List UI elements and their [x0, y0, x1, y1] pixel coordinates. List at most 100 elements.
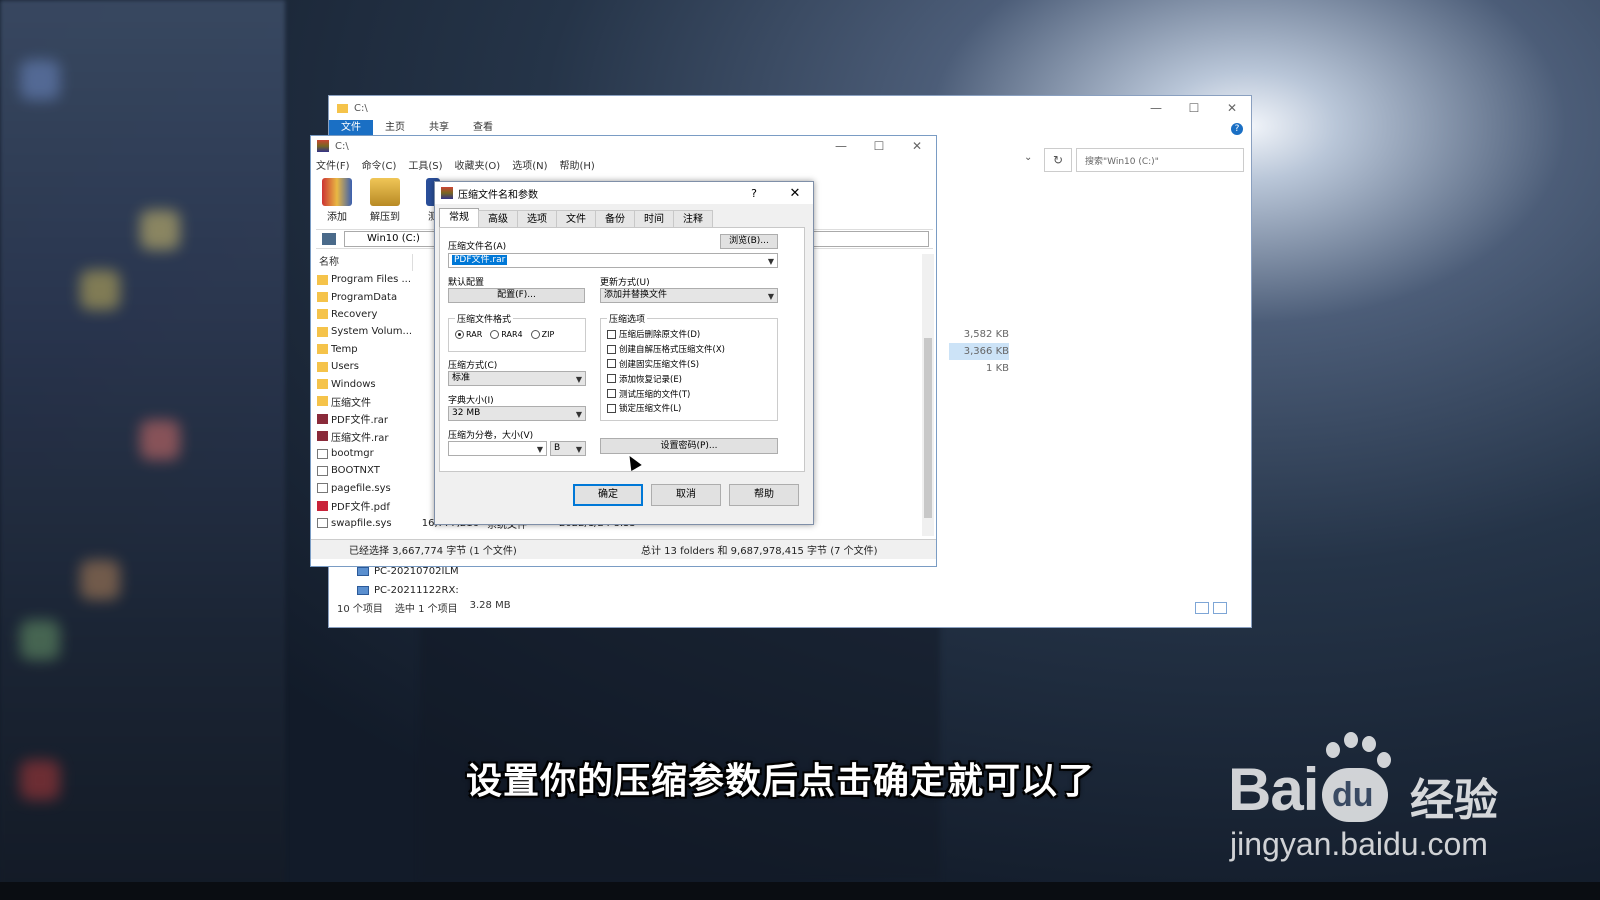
- column-header-name[interactable]: 名称: [311, 254, 413, 271]
- tab-advanced[interactable]: 高级: [478, 210, 518, 227]
- rar-archive-icon: [317, 413, 328, 424]
- method-select[interactable]: 标准 ▼: [448, 371, 586, 386]
- dictionary-select[interactable]: 32 MB ▼: [448, 406, 586, 421]
- explorer-ribbon: 文件 主页 共享 查看 ?: [329, 120, 1251, 135]
- file-name: System Volum...: [331, 326, 413, 338]
- minimize-icon[interactable]: —: [1137, 101, 1175, 115]
- split-unit-select[interactable]: B ▼: [550, 441, 586, 456]
- dialog-title: 压缩文件名和参数: [458, 189, 538, 201]
- checkbox-icon: [607, 389, 616, 399]
- file-name: Users: [331, 361, 360, 373]
- winrar-statusbar: 已经选择 3,667,774 字节 (1 个文件) 总计 13 folders …: [311, 539, 936, 559]
- checkbox-icon: [607, 403, 616, 413]
- tree-item-label: PC-20211122RX:: [374, 585, 459, 596]
- ok-button[interactable]: 确定: [573, 484, 643, 506]
- close-icon[interactable]: ✕: [1213, 101, 1251, 115]
- tab-time[interactable]: 时间: [634, 210, 674, 227]
- menu-help[interactable]: 帮助(H): [560, 158, 595, 176]
- scrollbar-thumb[interactable]: [924, 338, 932, 518]
- tab-options[interactable]: 选项: [517, 210, 557, 227]
- method-value: 标准: [452, 373, 471, 383]
- update-mode-value: 添加并替换文件: [604, 290, 668, 300]
- close-icon[interactable]: ✕: [777, 186, 813, 201]
- checkbox-delete-after[interactable]: 压缩后删除原文件(D): [607, 327, 725, 342]
- dialog-tabs: 常规 高级 选项 文件 备份 时间 注释: [439, 208, 713, 227]
- archive-name-label: 压缩文件名(A): [448, 242, 507, 252]
- file-name: Program Files ...: [331, 274, 412, 286]
- chevron-down-icon[interactable]: ▼: [576, 443, 582, 456]
- chevron-down-icon[interactable]: ▼: [537, 443, 543, 456]
- paw-toe-icon: [1344, 732, 1358, 748]
- menu-commands[interactable]: 命令(C): [362, 158, 397, 176]
- scrollbar[interactable]: [922, 254, 934, 536]
- profiles-button[interactable]: 配置(F)...: [448, 288, 585, 303]
- ribbon-tab-share[interactable]: 共享: [417, 120, 461, 135]
- help-button[interactable]: 帮助: [729, 484, 799, 506]
- computer-icon: [357, 567, 369, 576]
- maximize-icon[interactable]: ☐: [860, 139, 898, 153]
- menu-file[interactable]: 文件(F): [316, 158, 350, 176]
- update-mode-select[interactable]: 添加并替换文件 ▼: [600, 288, 778, 303]
- file-name: PDF文件.pdf: [331, 502, 390, 514]
- checkbox-solid[interactable]: 创建固实压缩文件(S): [607, 357, 725, 372]
- file-name: Temp: [331, 343, 358, 355]
- tree-item[interactable]: PC-20211122RX:: [349, 581, 467, 600]
- radio-rar[interactable]: RAR: [455, 330, 482, 339]
- tab-general[interactable]: 常规: [439, 208, 479, 227]
- folder-icon: [317, 326, 328, 337]
- extract-to-button[interactable]: 解压到: [365, 176, 405, 226]
- blurred-desktop-icon: [140, 420, 180, 460]
- menu-tools[interactable]: 工具(S): [408, 158, 442, 176]
- tab-backup[interactable]: 备份: [595, 210, 635, 227]
- folder-icon: [317, 361, 328, 372]
- tab-comment[interactable]: 注释: [673, 210, 713, 227]
- checkbox-test[interactable]: 测试压缩的文件(T): [607, 386, 725, 401]
- menu-favorites[interactable]: 收藏夹(O): [455, 158, 501, 176]
- menu-options[interactable]: 选项(N): [512, 158, 547, 176]
- details-view-icon[interactable]: [1195, 602, 1209, 614]
- checkbox-sfx[interactable]: 创建自解压格式压缩文件(X): [607, 342, 725, 357]
- chevron-down-icon[interactable]: ▼: [768, 290, 774, 303]
- ribbon-tab-view[interactable]: 查看: [461, 120, 505, 135]
- help-icon[interactable]: ?: [1231, 123, 1243, 135]
- chevron-down-icon[interactable]: ⌄: [1024, 152, 1032, 163]
- dictionary-label: 字典大小(I): [448, 396, 494, 406]
- system-file-icon: [317, 483, 328, 494]
- radio-zip[interactable]: ZIP: [530, 330, 554, 339]
- browse-button[interactable]: 浏览(B)...: [720, 234, 778, 249]
- profile-label: 默认配置: [448, 278, 485, 288]
- radio-rar4[interactable]: RAR4: [490, 330, 523, 339]
- checkbox-lock[interactable]: 锁定压缩文件(L): [607, 401, 725, 416]
- chevron-down-icon[interactable]: ▼: [576, 408, 582, 421]
- chevron-down-icon[interactable]: ▼: [576, 373, 582, 386]
- radio-label: RAR: [466, 330, 483, 339]
- refresh-button[interactable]: ↻: [1044, 148, 1072, 172]
- ribbon-tab-file[interactable]: 文件: [329, 120, 373, 135]
- folder-icon: [317, 292, 328, 303]
- up-folder-icon[interactable]: [322, 233, 336, 245]
- archive-name-field[interactable]: PDF文件.rar ▼: [448, 253, 778, 268]
- wallpaper-figure: [420, 620, 940, 880]
- file-name: 压缩文件: [331, 397, 371, 409]
- chevron-down-icon[interactable]: ▼: [768, 255, 774, 268]
- maximize-icon[interactable]: ☐: [1175, 101, 1213, 115]
- update-mode-label: 更新方式(U): [600, 278, 650, 288]
- ribbon-tab-home[interactable]: 主页: [373, 120, 417, 135]
- cancel-button[interactable]: 取消: [651, 484, 721, 506]
- split-size-input[interactable]: ▼: [448, 441, 547, 456]
- tab-files[interactable]: 文件: [556, 210, 596, 227]
- set-password-button[interactable]: 设置密码(P)...: [600, 438, 778, 454]
- method-label: 压缩方式(C): [448, 361, 498, 371]
- add-button[interactable]: 添加: [317, 176, 357, 226]
- help-icon[interactable]: ?: [736, 187, 772, 200]
- checkbox-recovery[interactable]: 添加恢复记录(E): [607, 371, 725, 386]
- close-icon[interactable]: ✕: [898, 139, 936, 153]
- large-icons-view-icon[interactable]: [1213, 602, 1227, 614]
- blurred-desktop-icon: [20, 60, 60, 100]
- minimize-icon[interactable]: —: [822, 139, 860, 153]
- blurred-desktop-icon: [80, 560, 120, 600]
- search-input[interactable]: 搜索"Win10 (C:)": [1076, 148, 1244, 172]
- pdf-icon: [317, 500, 328, 511]
- radio-icon: [490, 330, 500, 339]
- checkbox-label: 锁定压缩文件(L): [619, 404, 682, 415]
